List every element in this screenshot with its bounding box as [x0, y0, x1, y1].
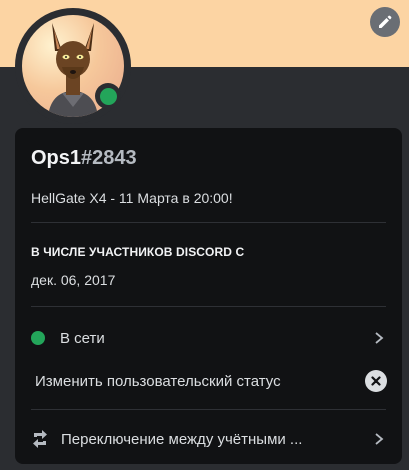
member-since-heading: В ЧИСЛЕ УЧАСТНИКОВ DISCORD С: [31, 245, 245, 259]
presence-indicator: [95, 83, 121, 109]
discriminator: #2843: [81, 147, 137, 169]
username: Ops1#2843: [31, 147, 137, 170]
chevron-right-icon: [375, 332, 384, 344]
member-since-date: дек. 06, 2017: [31, 272, 116, 288]
switch-accounts-icon: [33, 430, 47, 448]
online-status-icon: [31, 331, 45, 345]
clear-status-button[interactable]: [365, 370, 387, 392]
edit-profile-button[interactable]: [370, 7, 400, 37]
close-icon: [371, 376, 381, 386]
status-menu-item[interactable]: В сети: [23, 320, 394, 356]
switch-accounts-item[interactable]: Переключение между учётными ...: [23, 421, 394, 457]
edit-status-label: Изменить пользовательский статус: [35, 372, 281, 390]
chevron-right-icon: [375, 433, 384, 445]
online-status-icon: [99, 87, 117, 105]
pencil-icon: [379, 15, 392, 28]
status-label: В сети: [60, 329, 105, 347]
divider: [31, 409, 386, 410]
username-text: Ops1: [31, 147, 82, 169]
custom-status-text: HellGate X4 - 11 Марта в 20:00!: [31, 190, 233, 206]
divider: [31, 222, 386, 223]
switch-accounts-label: Переключение между учётными ...: [61, 430, 303, 448]
edit-custom-status-item[interactable]: Изменить пользовательский статус: [23, 363, 394, 399]
profile-card: Ops1#2843 HellGate X4 - 11 Марта в 20:00…: [15, 128, 402, 464]
divider: [31, 306, 386, 307]
